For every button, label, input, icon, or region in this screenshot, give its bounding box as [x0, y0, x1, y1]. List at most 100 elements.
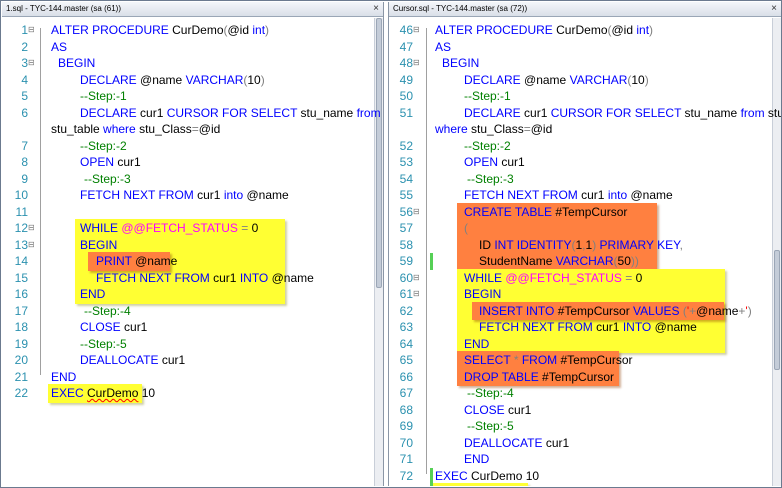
keyword-token: from [740, 105, 768, 120]
identifier-token: cur1 [501, 155, 525, 169]
code-line-fetch[interactable]: FETCH NEXT FROM cur1 INTO @name [96, 270, 314, 287]
tab-title: 1.sql - TYC-144.master (sa (61)) [6, 4, 121, 13]
code-line-declare[interactable]: DECLARE cur1 CURSOR FOR SELECT stu_name … [80, 105, 381, 122]
comment-token: --Step:-4 [467, 386, 514, 400]
code-line---step-4[interactable]: --Step:-4 [467, 385, 514, 402]
code-line-end[interactable]: END [464, 451, 489, 468]
close-icon[interactable]: × [771, 3, 777, 15]
code-line-print[interactable]: PRINT @name [96, 253, 177, 270]
comment-token: --Step:-3 [84, 171, 131, 186]
code-line-fetch[interactable]: FETCH NEXT FROM cur1 into @name [464, 187, 673, 204]
code-line-insert[interactable]: INSERT INTO #TempCursor VALUES ('+@name+… [479, 303, 752, 320]
line-number: 10 [14, 188, 28, 202]
code-line-open[interactable]: OPEN cur1 [80, 154, 141, 171]
code-line-declare[interactable]: DECLARE @name VARCHAR(10) [80, 72, 265, 89]
keyword-token: EXEC [51, 386, 88, 400]
keyword-token: FETCH NEXT FROM [464, 188, 582, 202]
collapse-icon[interactable]: ⊟ [28, 25, 35, 35]
code-line-begin[interactable]: BEGIN [442, 55, 479, 72]
identifier-token: stu_name [684, 105, 741, 120]
code-line-alter[interactable]: ALTER PROCEDURE CurDemo(@id int) [435, 22, 653, 39]
code-line-declare[interactable]: DECLARE cur1 CURSOR FOR SELECT stu_name … [464, 105, 781, 122]
code-line-as[interactable]: AS [51, 39, 67, 56]
collapse-icon[interactable]: ⊟ [28, 58, 35, 68]
collapse-icon[interactable]: ⊟ [28, 240, 35, 250]
code-line---step-3[interactable]: --Step:-3 [467, 171, 514, 188]
code-line---step-2[interactable]: --Step:-2 [80, 138, 127, 155]
code-line-stu_table[interactable]: stu_table where stu_Class=@id [51, 121, 220, 138]
code-line-where[interactable]: where stu_Class=@id [435, 121, 552, 138]
code-line-id[interactable]: ID INT IDENTITY(1,1) PRIMARY KEY, [479, 237, 683, 254]
scrollbar-thumb[interactable] [376, 18, 382, 288]
keyword-token: FETCH NEXT FROM [96, 270, 214, 285]
code-line-end[interactable]: END [80, 286, 105, 303]
collapse-icon[interactable]: ⊟ [413, 207, 420, 217]
identifier-token: cur1 [508, 402, 532, 417]
line-number: 61 [399, 287, 413, 301]
code-line-end[interactable]: END [464, 336, 489, 353]
code-line-drop[interactable]: DROP TABLE #TempCursor [464, 369, 614, 386]
code-line---step-5[interactable]: --Step:-5 [80, 336, 127, 353]
code-line---step-1[interactable]: --Step:-1 [80, 88, 127, 105]
keyword-token: END [80, 287, 106, 301]
collapse-icon[interactable]: ⊟ [413, 273, 420, 283]
code-line-declare[interactable]: DECLARE @name VARCHAR(10) [464, 72, 649, 89]
collapse-icon[interactable]: ⊟ [28, 223, 35, 233]
code-line-close[interactable]: CLOSE cur1 [464, 402, 531, 419]
identifier-token: CurDemo [471, 468, 523, 483]
vertical-scrollbar[interactable] [772, 18, 781, 486]
line-number: 67 [399, 386, 413, 400]
code-line-fetch[interactable]: FETCH NEXT FROM cur1 INTO @name [479, 319, 697, 336]
code-line---step-4[interactable]: --Step:-4 [84, 303, 131, 320]
identifier-token: @id [611, 23, 637, 37]
code-line-deallocate[interactable]: DEALLOCATE cur1 [464, 435, 569, 452]
code-line-open[interactable]: OPEN cur1 [464, 154, 525, 171]
tab-cursor-sql[interactable]: Cursor.sql - TYC-144.master (sa (72)) × [389, 2, 781, 17]
keyword-token: WHILE [464, 270, 506, 285]
code-line-select[interactable]: SELECT * FROM #TempCursor [464, 352, 633, 369]
line-number: 48 [399, 56, 413, 70]
keyword-token: DECLARE [80, 105, 141, 120]
code-line-begin[interactable]: BEGIN [464, 286, 501, 303]
code-line-while[interactable]: WHILE @@FETCH_STATUS = 0 [80, 220, 258, 237]
identifier-token: @id [530, 122, 553, 136]
identifier-token: cur1 [581, 188, 608, 202]
code-line---step-5[interactable]: --Step:-5 [467, 418, 514, 435]
vertical-scrollbar[interactable] [374, 18, 383, 486]
code-line---step-3[interactable]: --Step:-3 [84, 171, 131, 188]
code-line-close[interactable]: CLOSE cur1 [80, 319, 147, 336]
code-line-end[interactable]: END [51, 369, 76, 386]
code-line-begin[interactable]: BEGIN [58, 55, 95, 72]
code-line---step-1[interactable]: --Step:-1 [464, 88, 511, 105]
system-function-token: @@FETCH_STATUS [121, 221, 238, 235]
code-line-as[interactable]: AS [435, 39, 451, 56]
code-line-deallocate[interactable]: DEALLOCATE cur1 [80, 352, 185, 369]
identifier-token: CurDemo [172, 23, 224, 37]
collapse-icon[interactable]: ⊟ [413, 58, 420, 68]
tab-1sql[interactable]: 1.sql - TYC-144.master (sa (61)) × [2, 2, 383, 17]
editor-pane-right[interactable]: Cursor.sql - TYC-144.master (sa (72)) × … [388, 2, 781, 486]
code-line-exec[interactable]: EXEC CurDemo 10 [51, 385, 155, 402]
scrollbar-thumb[interactable] [774, 250, 780, 370]
line-number: 65 [399, 353, 413, 367]
identifier-token: #TempCursor [557, 303, 634, 318]
identifier-token: @name [630, 188, 673, 202]
keyword-token: VARCHAR [569, 72, 628, 87]
keyword-token: FETCH NEXT FROM [80, 188, 198, 202]
code-line-alter[interactable]: ALTER PROCEDURE CurDemo(@id int) [51, 22, 269, 39]
code-line-while[interactable]: WHILE @@FETCH_STATUS = 0 [464, 270, 642, 287]
code-line-create[interactable]: CREATE TABLE #TempCursor [464, 204, 627, 221]
code-line---step-2[interactable]: --Step:-2 [464, 138, 511, 155]
collapse-icon[interactable]: ⊟ [413, 25, 420, 35]
operator-token: ) [265, 23, 270, 37]
code-line-studentname[interactable]: StudentName VARCHAR(50)) [479, 253, 639, 270]
editor-pane-left[interactable]: 1.sql - TYC-144.master (sa (61)) × 1 ALTE… [2, 2, 384, 486]
code-line-fetch[interactable]: FETCH NEXT FROM cur1 into @name [80, 187, 289, 204]
code-line-exec[interactable]: EXEC CurDemo 10 [435, 468, 539, 485]
code-line-line[interactable]: ( [464, 220, 468, 237]
close-icon[interactable]: × [373, 3, 379, 15]
fold-guide-line [40, 28, 41, 375]
identifier-token: 0 [635, 270, 643, 285]
code-line-begin[interactable]: BEGIN [80, 237, 117, 254]
collapse-icon[interactable]: ⊟ [413, 289, 420, 299]
